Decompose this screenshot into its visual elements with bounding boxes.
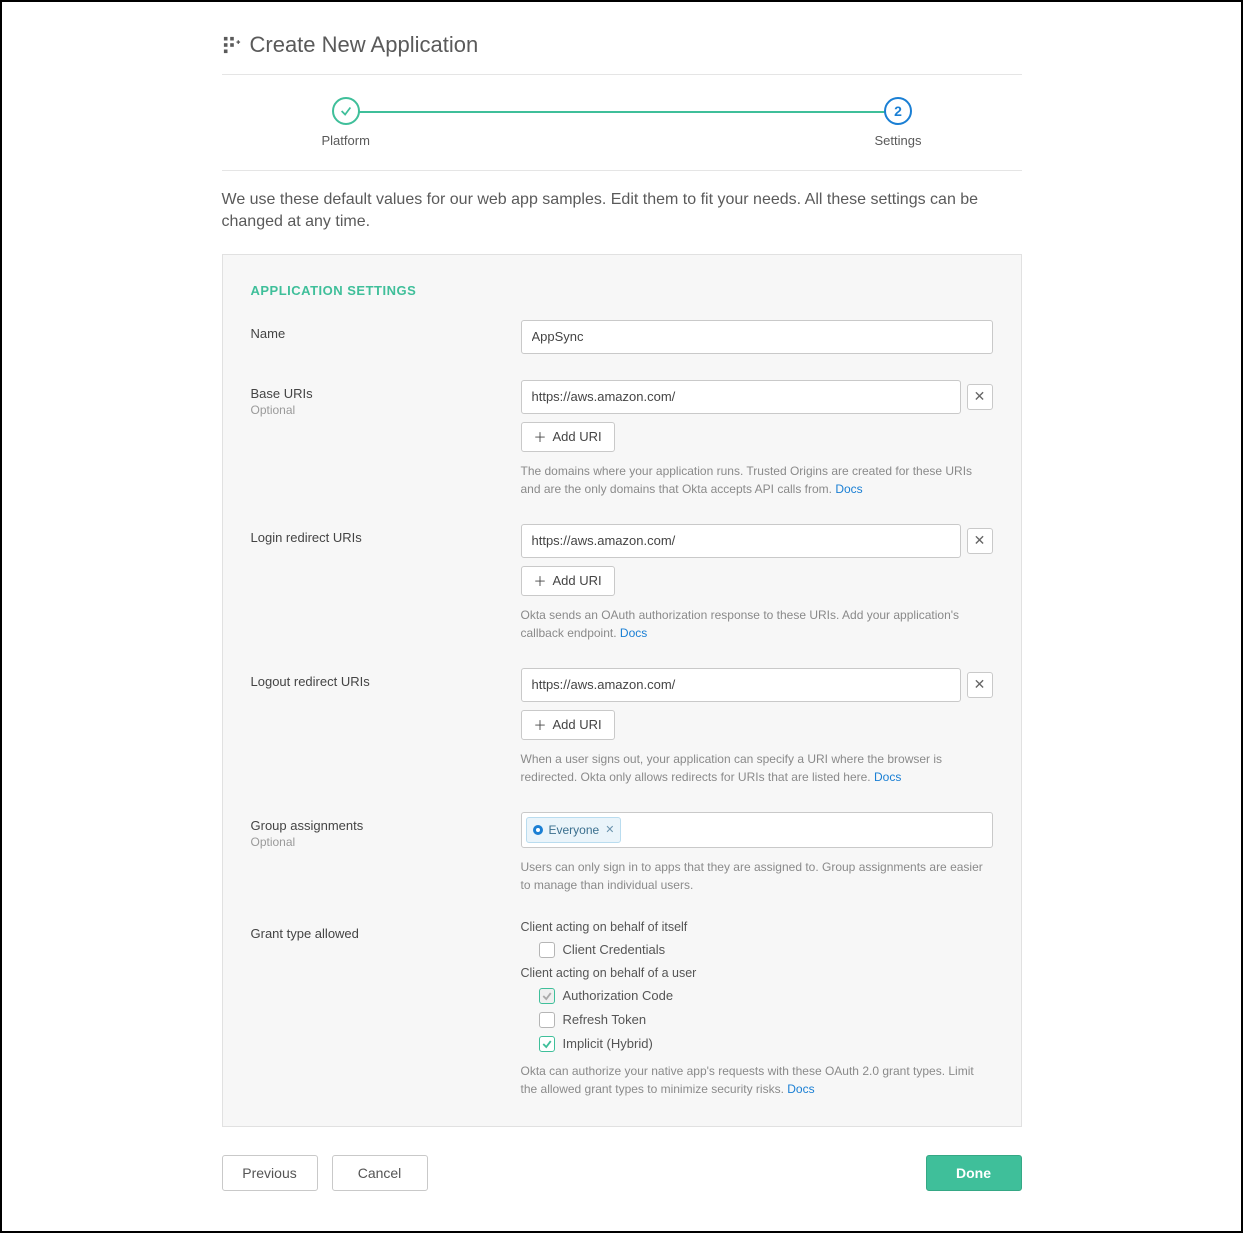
helper-text: Okta can authorize your native app's req… <box>521 1062 993 1098</box>
field-logout-uris: Logout redirect URIs ✕ ＋ Add URI When <box>251 668 993 786</box>
field-sublabel: Optional <box>251 403 521 417</box>
add-login-uri-button[interactable]: ＋ Add URI <box>521 566 615 596</box>
helper-text: The domains where your application runs.… <box>521 462 993 498</box>
grant-option-refresh-token[interactable]: Refresh Token <box>539 1012 993 1028</box>
field-label: Name <box>251 326 521 341</box>
field-label: Grant type allowed <box>251 926 521 941</box>
plus-icon: ＋ <box>534 427 547 446</box>
grant-option-client-credentials[interactable]: Client Credentials <box>539 942 993 958</box>
step-label: Platform <box>322 133 370 148</box>
field-base-uris: Base URIs Optional ✕ ＋ Add URI <box>251 380 993 498</box>
field-label: Logout redirect URIs <box>251 674 521 689</box>
close-icon: ✕ <box>974 388 986 405</box>
logout-uri-input[interactable] <box>521 668 961 702</box>
close-icon: ✕ <box>974 676 986 693</box>
step-platform[interactable]: Platform <box>322 97 370 148</box>
plus-icon: ＋ <box>534 571 547 590</box>
field-label: Login redirect URIs <box>251 530 521 545</box>
name-input[interactable] <box>521 320 993 354</box>
docs-link[interactable]: Docs <box>620 626 647 640</box>
add-uri-label: Add URI <box>553 573 602 588</box>
step-indicator-active: 2 <box>884 97 912 125</box>
checkbox <box>539 988 555 1004</box>
step-settings[interactable]: 2 Settings <box>875 97 922 148</box>
section-heading: APPLICATION SETTINGS <box>251 283 993 298</box>
field-group-assignments: Group assignments Optional Everyone ✕ Us… <box>251 812 993 894</box>
docs-link[interactable]: Docs <box>835 482 862 496</box>
checkbox[interactable] <box>539 1012 555 1028</box>
field-grant-type: Grant type allowed Client acting on beha… <box>251 920 993 1098</box>
helper-text: When a user signs out, your application … <box>521 750 993 786</box>
helper-text: Users can only sign in to apps that they… <box>521 858 993 894</box>
add-logout-uri-button[interactable]: ＋ Add URI <box>521 710 615 740</box>
grant-group-title: Client acting on behalf of a user <box>521 966 993 980</box>
group-tag[interactable]: Everyone ✕ <box>526 817 622 843</box>
grant-option-implicit-hybrid[interactable]: Implicit (Hybrid) <box>539 1036 993 1052</box>
group-icon <box>533 825 543 835</box>
stepper-line <box>352 111 892 113</box>
grant-group-title: Client acting on behalf of itself <box>521 920 993 934</box>
add-uri-label: Add URI <box>553 429 602 444</box>
group-assign-input[interactable]: Everyone ✕ <box>521 812 993 848</box>
remove-uri-button[interactable]: ✕ <box>967 672 993 698</box>
checkbox-label: Refresh Token <box>563 1012 647 1027</box>
login-uri-input[interactable] <box>521 524 961 558</box>
checkbox-label: Client Credentials <box>563 942 666 957</box>
docs-link[interactable]: Docs <box>874 770 901 784</box>
checkbox-label: Authorization Code <box>563 988 674 1003</box>
done-button[interactable]: Done <box>926 1155 1022 1191</box>
apps-grid-icon <box>222 35 242 55</box>
page-title: Create New Application <box>250 32 479 58</box>
wizard-stepper: Platform 2 Settings <box>222 75 1022 171</box>
close-icon: ✕ <box>974 532 986 549</box>
previous-button[interactable]: Previous <box>222 1155 318 1191</box>
checkbox[interactable] <box>539 1036 555 1052</box>
field-login-uris: Login redirect URIs ✕ ＋ Add URI Okta s <box>251 524 993 642</box>
remove-uri-button[interactable]: ✕ <box>967 384 993 410</box>
grant-option-authorization-code: Authorization Code <box>539 988 993 1004</box>
checkbox-label: Implicit (Hybrid) <box>563 1036 653 1051</box>
field-sublabel: Optional <box>251 835 521 849</box>
intro-text: We use these default values for our web … <box>222 189 1022 234</box>
settings-card: APPLICATION SETTINGS Name Base URIs Opti… <box>222 254 1022 1127</box>
field-label: Base URIs <box>251 386 521 401</box>
docs-link[interactable]: Docs <box>787 1082 814 1096</box>
plus-icon: ＋ <box>534 715 547 734</box>
add-uri-label: Add URI <box>553 717 602 732</box>
cancel-button[interactable]: Cancel <box>332 1155 428 1191</box>
field-label: Group assignments <box>251 818 521 833</box>
group-tag-label: Everyone <box>549 823 600 837</box>
base-uri-input[interactable] <box>521 380 961 414</box>
step-label: Settings <box>875 133 922 148</box>
field-name: Name <box>251 320 993 354</box>
remove-tag-icon[interactable]: ✕ <box>605 823 614 836</box>
checkbox[interactable] <box>539 942 555 958</box>
page-header: Create New Application <box>222 32 1022 75</box>
wizard-footer: Previous Cancel Done <box>222 1155 1022 1191</box>
helper-text: Okta sends an OAuth authorization respon… <box>521 606 993 642</box>
remove-uri-button[interactable]: ✕ <box>967 528 993 554</box>
add-base-uri-button[interactable]: ＋ Add URI <box>521 422 615 452</box>
step-indicator-done <box>332 97 360 125</box>
